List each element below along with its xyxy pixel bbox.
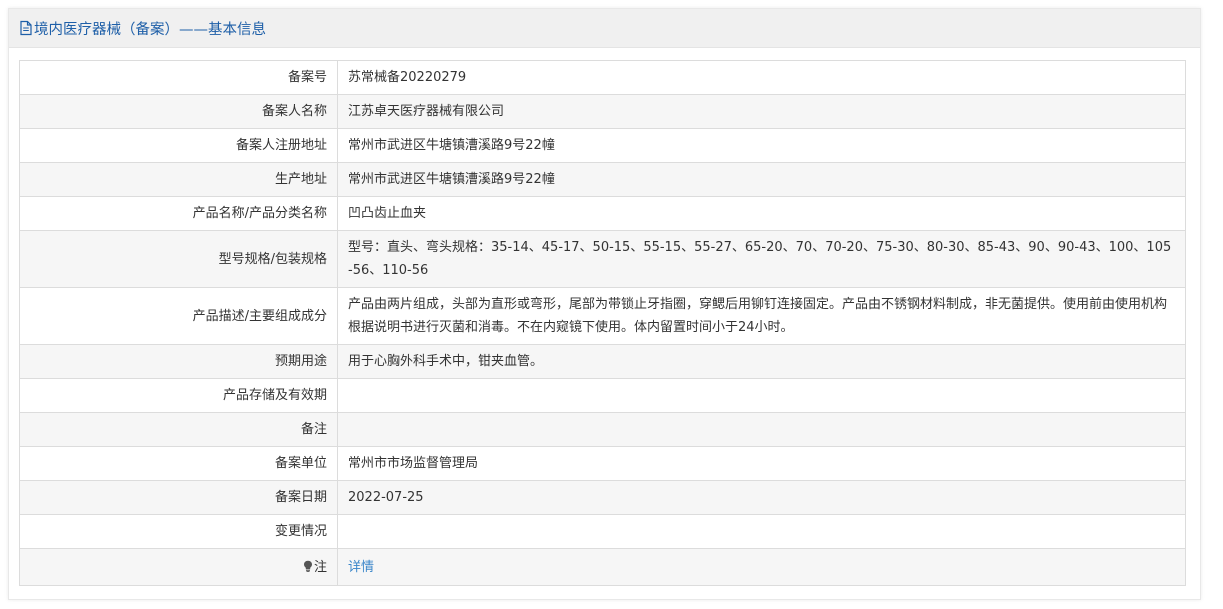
lightbulb-icon <box>303 560 313 572</box>
note-value-cell: 详情 <box>337 548 1186 586</box>
table-row: 预期用途 用于心胸外科手术中，钳夹血管。 <box>19 344 1186 379</box>
table-row: 备案日期 2022-07-25 <box>19 480 1186 515</box>
field-value: 江苏卓天医疗器械有限公司 <box>337 94 1186 129</box>
field-label: 型号规格/包装规格 <box>19 230 338 288</box>
table-row: 变更情况 <box>19 514 1186 549</box>
field-label: 产品存储及有效期 <box>19 378 338 413</box>
field-label: 产品描述/主要组成成分 <box>19 287 338 345</box>
table-row: 型号规格/包装规格 型号：直头、弯头规格：35-14、45-17、50-15、5… <box>19 230 1186 288</box>
details-link[interactable]: 详情 <box>348 560 374 575</box>
field-value: 凹凸齿止血夹 <box>337 196 1186 231</box>
table-row: 生产地址 常州市武进区牛塘镇漕溪路9号22幢 <box>19 162 1186 197</box>
field-label: 产品名称/产品分类名称 <box>19 196 338 231</box>
table-row: 产品存储及有效期 <box>19 378 1186 413</box>
document-icon <box>19 20 33 36</box>
table-row: 备案人名称 江苏卓天医疗器械有限公司 <box>19 94 1186 129</box>
field-value: 常州市市场监督管理局 <box>337 446 1186 481</box>
field-value: 常州市武进区牛塘镇漕溪路9号22幢 <box>337 162 1186 197</box>
field-value: 用于心胸外科手术中，钳夹血管。 <box>337 344 1186 379</box>
field-label: 备案单位 <box>19 446 338 481</box>
field-value: 苏常械备20220279 <box>337 60 1186 95</box>
field-value: 产品由两片组成，头部为直形或弯形，尾部为带锁止牙指圈，穿鳃后用铆钉连接固定。产品… <box>337 287 1186 345</box>
info-table: 备案号 苏常械备20220279 备案人名称 江苏卓天医疗器械有限公司 备案人注… <box>19 60 1186 586</box>
field-value <box>337 412 1186 447</box>
info-panel: 境内医疗器械（备案）——基本信息 备案号 苏常械备20220279 备案人名称 … <box>8 8 1201 600</box>
field-label: 生产地址 <box>19 162 338 197</box>
field-label: 预期用途 <box>19 344 338 379</box>
field-label: 备注 <box>19 412 338 447</box>
field-label: 变更情况 <box>19 514 338 549</box>
note-label: 注 <box>313 559 327 575</box>
field-label: 备案人名称 <box>19 94 338 129</box>
field-value: 型号：直头、弯头规格：35-14、45-17、50-15、55-15、55-27… <box>337 230 1186 288</box>
note-label-cell: 注 <box>19 548 338 586</box>
table-row: 备注 <box>19 412 1186 447</box>
panel-header: 境内医疗器械（备案）——基本信息 <box>9 9 1200 48</box>
table-row: 产品描述/主要组成成分 产品由两片组成，头部为直形或弯形，尾部为带锁止牙指圈，穿… <box>19 287 1186 345</box>
field-value: 常州市武进区牛塘镇漕溪路9号22幢 <box>337 128 1186 163</box>
table-row: 备案单位 常州市市场监督管理局 <box>19 446 1186 481</box>
field-label: 备案日期 <box>19 480 338 515</box>
field-value <box>337 378 1186 413</box>
table-row: 备案人注册地址 常州市武进区牛塘镇漕溪路9号22幢 <box>19 128 1186 163</box>
table-row: 产品名称/产品分类名称 凹凸齿止血夹 <box>19 196 1186 231</box>
field-label: 备案人注册地址 <box>19 128 338 163</box>
field-value: 2022-07-25 <box>337 480 1186 515</box>
field-label: 备案号 <box>19 60 338 95</box>
panel-title-text: 境内医疗器械（备案）——基本信息 <box>34 21 266 38</box>
table-row: 备案号 苏常械备20220279 <box>19 60 1186 95</box>
table-row: 注 详情 <box>19 548 1186 586</box>
field-value <box>337 514 1186 549</box>
panel-title: 境内医疗器械（备案）——基本信息 <box>19 18 266 39</box>
